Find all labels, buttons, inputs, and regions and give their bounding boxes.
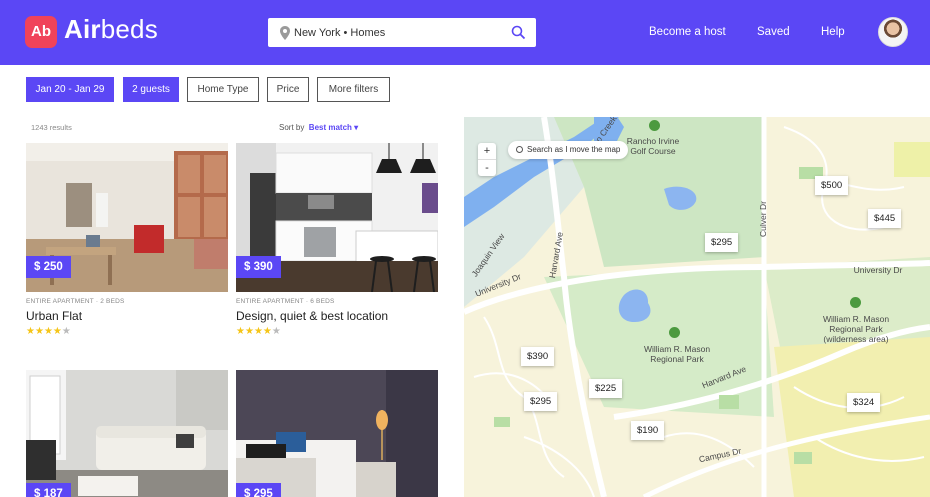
listing-photo[interactable]: $ 295 (236, 370, 438, 497)
filter-dates[interactable]: Jan 20 - Jan 29 (26, 77, 114, 102)
map-price-pin[interactable]: $324 (847, 393, 881, 412)
search-as-move-label: Search as I move the map (527, 145, 621, 154)
location-pin-icon (280, 26, 290, 40)
listing-card[interactable]: $ 187 (26, 370, 228, 497)
logo-wordmark-bold: Air (64, 14, 101, 44)
map-price-pin[interactable]: $390 (521, 347, 555, 366)
star-icon: ★ (34, 326, 44, 337)
listing-photo[interactable]: $ 187 (26, 370, 228, 497)
map-label-golf: Rancho Irvine Golf Course (618, 136, 688, 156)
listing-rating: ★★★★★ (236, 326, 438, 337)
map-label-mason-wild: William R. Mason Regional Park (wilderne… (810, 314, 902, 344)
listing-card[interactable]: $ 390 ENTIRE APARTMENT · 6 BEDS Design, … (236, 143, 438, 337)
map-price-pin[interactable]: $225 (589, 379, 623, 398)
listing-price: $ 390 (236, 256, 281, 278)
top-header: Ab Airbeds Become a host Saved Help (0, 0, 930, 65)
listing-card[interactable]: $ 250 ENTIRE APARTMENT · 2 BEDS Urban Fl… (26, 143, 228, 337)
filter-more[interactable]: More filters (317, 77, 390, 102)
star-icon: ★ (26, 326, 35, 337)
logo-wordmark-rest: beds (100, 14, 158, 44)
map-label-mason: William R. Mason Regional Park (632, 344, 722, 364)
listing-photo-bedroom (236, 370, 438, 497)
logo-badge[interactable]: Ab (25, 16, 57, 48)
listing-card[interactable]: $ 295 (236, 370, 438, 497)
search-as-move-toggle[interactable]: Search as I move the map (508, 141, 629, 159)
star-icon: ★ (271, 326, 281, 337)
listing-rating: ★★★★★ (26, 326, 228, 337)
map-price-pin[interactable]: $295 (705, 233, 739, 252)
map-label-golf-text: Rancho Irvine Golf Course (626, 136, 680, 156)
zoom-out-button[interactable]: - (478, 159, 496, 175)
chevron-down-icon[interactable]: ▾ (354, 123, 358, 132)
map-price-pin[interactable]: $445 (868, 209, 902, 228)
star-icon: ★ (61, 326, 71, 337)
nav-help[interactable]: Help (821, 26, 845, 38)
map-label-mason-text: William R. Mason Regional Park (643, 344, 711, 364)
star-icon: ★ (52, 326, 62, 337)
sort-label: Sort by (279, 123, 305, 132)
star-icon: ★ (43, 326, 53, 337)
filter-guests[interactable]: 2 guests (123, 77, 179, 102)
park-icon (850, 297, 861, 308)
listing-photo[interactable]: $ 250 (26, 143, 228, 292)
map-canvas (464, 117, 930, 497)
star-icon: ★ (244, 326, 254, 337)
nav-saved[interactable]: Saved (757, 26, 790, 38)
park-icon (669, 327, 680, 338)
listing-price: $ 295 (236, 483, 281, 497)
filter-home-type[interactable]: Home Type (187, 77, 259, 102)
map-price-pin[interactable]: $500 (815, 176, 849, 195)
listing-type: ENTIRE APARTMENT · 6 BEDS (236, 298, 335, 305)
listing-photo[interactable]: $ 390 (236, 143, 438, 292)
user-avatar[interactable] (878, 17, 908, 47)
zoom-in-button[interactable]: + (478, 143, 496, 159)
listing-title[interactable]: Design, quiet & best location (236, 309, 438, 323)
map-view[interactable]: Rancho Irvine Golf Course William R. Mas… (464, 117, 930, 497)
star-icon: ★ (253, 326, 263, 337)
listing-type: ENTIRE APARTMENT · 2 BEDS (26, 298, 125, 305)
search-input[interactable] (294, 18, 504, 47)
radio-icon[interactable] (516, 146, 523, 153)
sort-value[interactable]: Best match (309, 123, 352, 132)
map-zoom-control: + - (478, 143, 496, 176)
nav-become-host[interactable]: Become a host (649, 26, 726, 38)
logo-wordmark[interactable]: Airbeds (64, 14, 158, 45)
filter-bar: Jan 20 - Jan 29 2 guests Home Type Price… (0, 65, 930, 117)
search-bar[interactable] (268, 18, 536, 47)
listing-price: $ 187 (26, 483, 71, 497)
map-label-university-e: University Dr (853, 265, 903, 275)
map-label-culver: Culver Dr (758, 201, 768, 237)
map-label-mason-wild-text: William R. Mason Regional Park (wilderne… (822, 314, 890, 344)
listing-price: $ 250 (26, 256, 71, 278)
listing-photo-bright-living (26, 370, 228, 497)
map-price-pin[interactable]: $295 (524, 392, 558, 411)
sort-control[interactable]: Sort by Best match ▾ (279, 123, 358, 132)
filter-price[interactable]: Price (267, 77, 309, 102)
star-icon: ★ (236, 326, 245, 337)
results-count: 1243 results (31, 123, 72, 132)
park-icon (649, 120, 660, 131)
search-icon[interactable] (511, 25, 526, 40)
listing-title[interactable]: Urban Flat (26, 309, 228, 323)
map-price-pin[interactable]: $190 (631, 421, 665, 440)
star-icon: ★ (262, 326, 272, 337)
